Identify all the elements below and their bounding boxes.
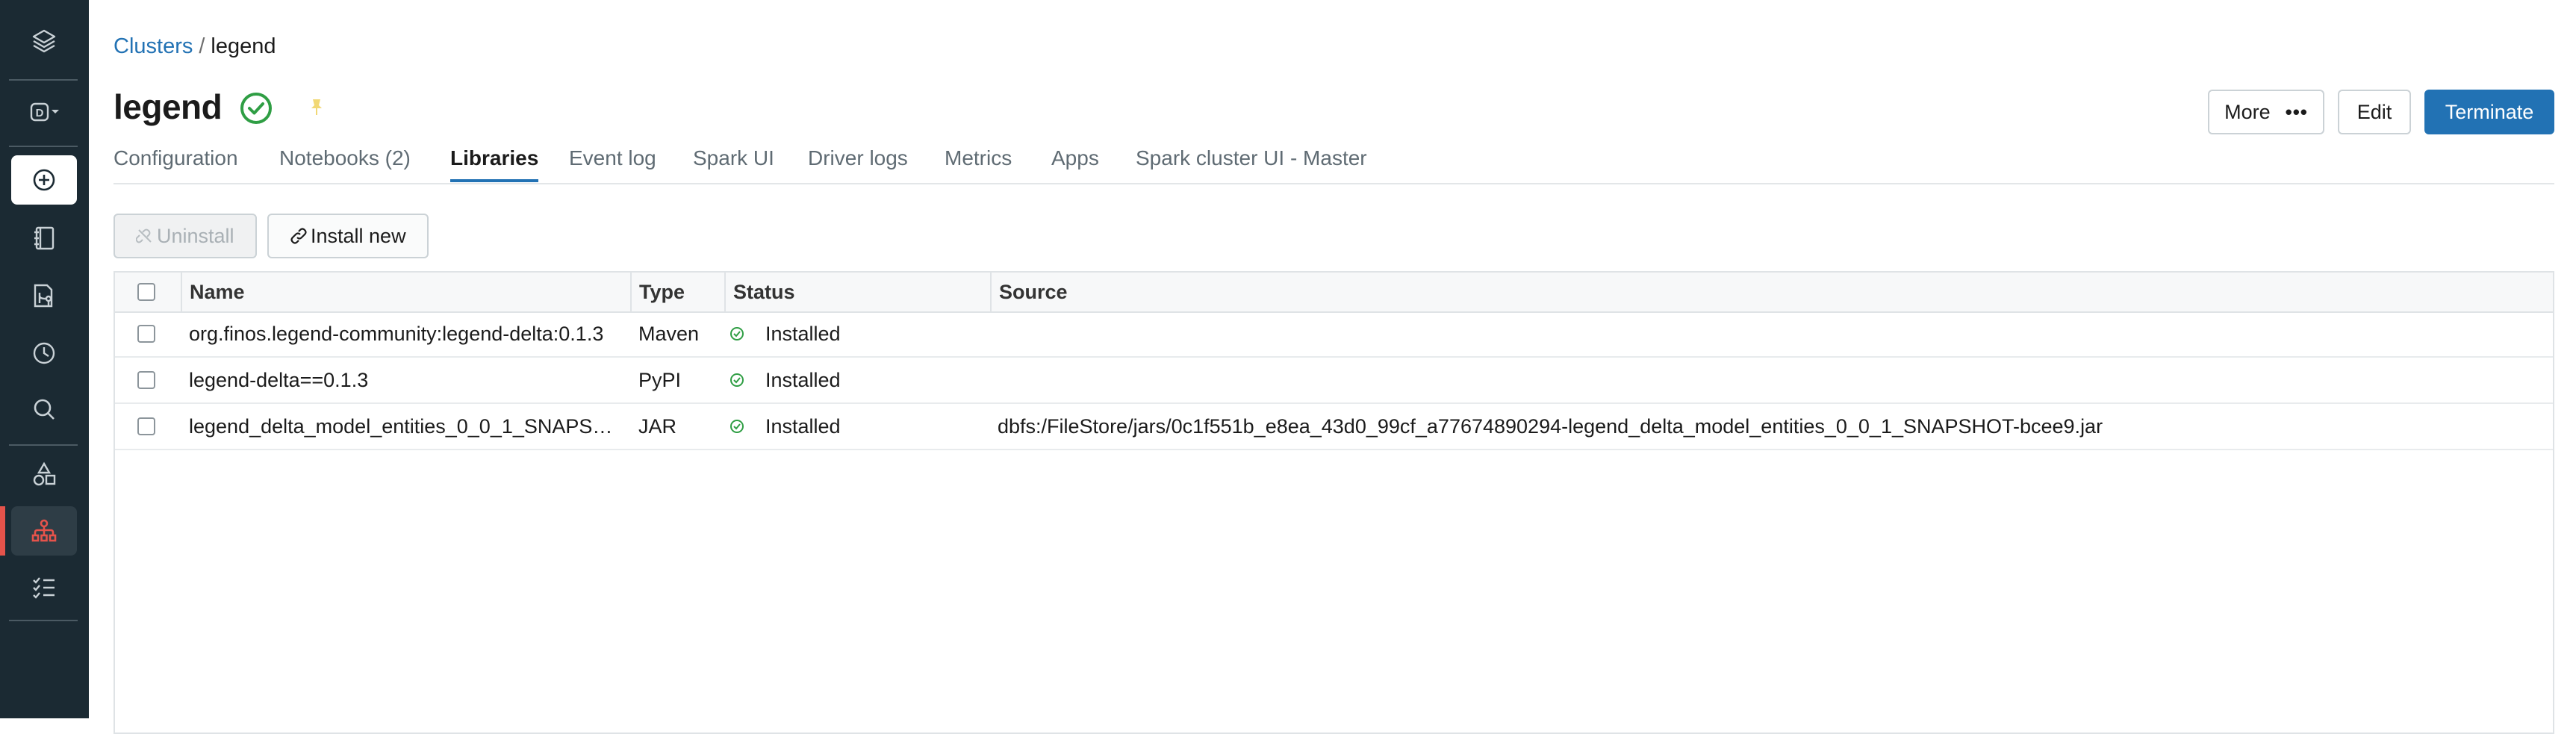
installed-check-icon — [730, 327, 744, 340]
check-circle-icon — [240, 93, 272, 124]
create-icon[interactable] — [11, 155, 77, 205]
installed-check-icon — [730, 373, 744, 387]
tab-notebooks[interactable]: Notebooks (2) — [279, 146, 411, 170]
breadcrumb-separator: / — [199, 34, 205, 58]
select-all-checkbox[interactable] — [137, 283, 155, 301]
library-status: Installed — [765, 415, 841, 438]
row-checkbox[interactable] — [137, 417, 155, 435]
uninstall-label: Uninstall — [157, 224, 234, 247]
workflows-icon[interactable] — [11, 563, 77, 612]
table-row[interactable]: legend-delta==0.1.3 PyPI Installed — [115, 358, 2553, 404]
divider — [9, 444, 78, 446]
shapes-icon[interactable] — [11, 450, 77, 499]
library-status: Installed — [765, 323, 841, 345]
active-indicator — [0, 506, 5, 556]
library-name: org.finos.legend-community:legend-delta:… — [189, 323, 604, 345]
tab-metrics[interactable]: Metrics — [945, 146, 1012, 170]
library-status: Installed — [765, 369, 841, 391]
unlink-icon — [136, 228, 152, 243]
library-name: legend_delta_model_entities_0_0_1_SNAPSH… — [189, 415, 626, 438]
layers-logo-icon[interactable] — [11, 16, 77, 66]
page-title: legend — [113, 87, 223, 126]
libraries-table: Name Type Status Source org.finos.legend… — [113, 271, 2554, 734]
tab-configuration[interactable]: Configuration — [113, 146, 238, 170]
breadcrumb: Clusters / legend — [113, 34, 276, 59]
library-type: JAR — [638, 415, 677, 438]
edit-button[interactable]: Edit — [2338, 90, 2411, 134]
more-button[interactable]: More ••• — [2208, 90, 2324, 134]
table-row[interactable]: org.finos.legend-community:legend-delta:… — [115, 311, 2553, 358]
tab-spark-ui[interactable]: Spark UI — [693, 146, 774, 170]
row-checkbox[interactable] — [137, 371, 155, 389]
pin-icon[interactable] — [308, 97, 325, 116]
library-source — [998, 311, 2543, 356]
column-header-source[interactable]: Source — [992, 273, 1068, 311]
link-icon — [290, 228, 307, 244]
search-icon[interactable] — [11, 385, 77, 434]
installed-check-icon — [730, 420, 744, 433]
repos-icon[interactable] — [11, 271, 77, 320]
more-dots-icon: ••• — [2285, 100, 2308, 123]
recents-icon[interactable] — [11, 329, 77, 378]
tab-spark-cluster-ui-master[interactable]: Spark cluster UI - Master — [1136, 146, 1367, 170]
library-source: dbfs:/FileStore/jars/0c1f551b_e8ea_43d0_… — [998, 415, 2103, 438]
install-new-label: Install new — [311, 224, 406, 247]
more-label: More — [2224, 100, 2271, 123]
tab-driver-logs[interactable]: Driver logs — [808, 146, 908, 170]
column-header-name[interactable]: Name — [182, 273, 245, 311]
divider — [9, 79, 78, 81]
row-checkbox[interactable] — [137, 325, 155, 343]
left-sidebar: D — [0, 0, 89, 718]
workspace-letter: D — [36, 107, 44, 119]
column-header-status[interactable]: Status — [726, 273, 795, 311]
tab-event-log[interactable]: Event log — [569, 146, 656, 170]
breadcrumb-clusters-link[interactable]: Clusters — [113, 34, 193, 58]
workspace-switcher-icon[interactable]: D — [11, 87, 77, 137]
divider — [9, 146, 78, 147]
column-header-type[interactable]: Type — [632, 273, 685, 311]
notebook-icon[interactable] — [11, 214, 77, 263]
library-type: PyPI — [638, 369, 682, 391]
tab-divider — [113, 183, 2554, 184]
table-header: Name Type Status Source — [115, 273, 2553, 313]
library-type: Maven — [638, 323, 700, 345]
compute-icon[interactable] — [11, 506, 77, 556]
terminate-button[interactable]: Terminate — [2424, 90, 2554, 134]
library-source — [998, 358, 2543, 402]
tab-libraries[interactable]: Libraries — [450, 146, 539, 182]
tab-apps[interactable]: Apps — [1051, 146, 1099, 170]
table-row[interactable]: legend_delta_model_entities_0_0_1_SNAPSH… — [115, 404, 2553, 450]
uninstall-button[interactable]: Uninstall — [113, 214, 257, 258]
divider — [9, 620, 78, 621]
library-name: legend-delta==0.1.3 — [189, 369, 369, 391]
breadcrumb-current: legend — [211, 34, 276, 58]
install-new-button[interactable]: Install new — [267, 214, 429, 258]
